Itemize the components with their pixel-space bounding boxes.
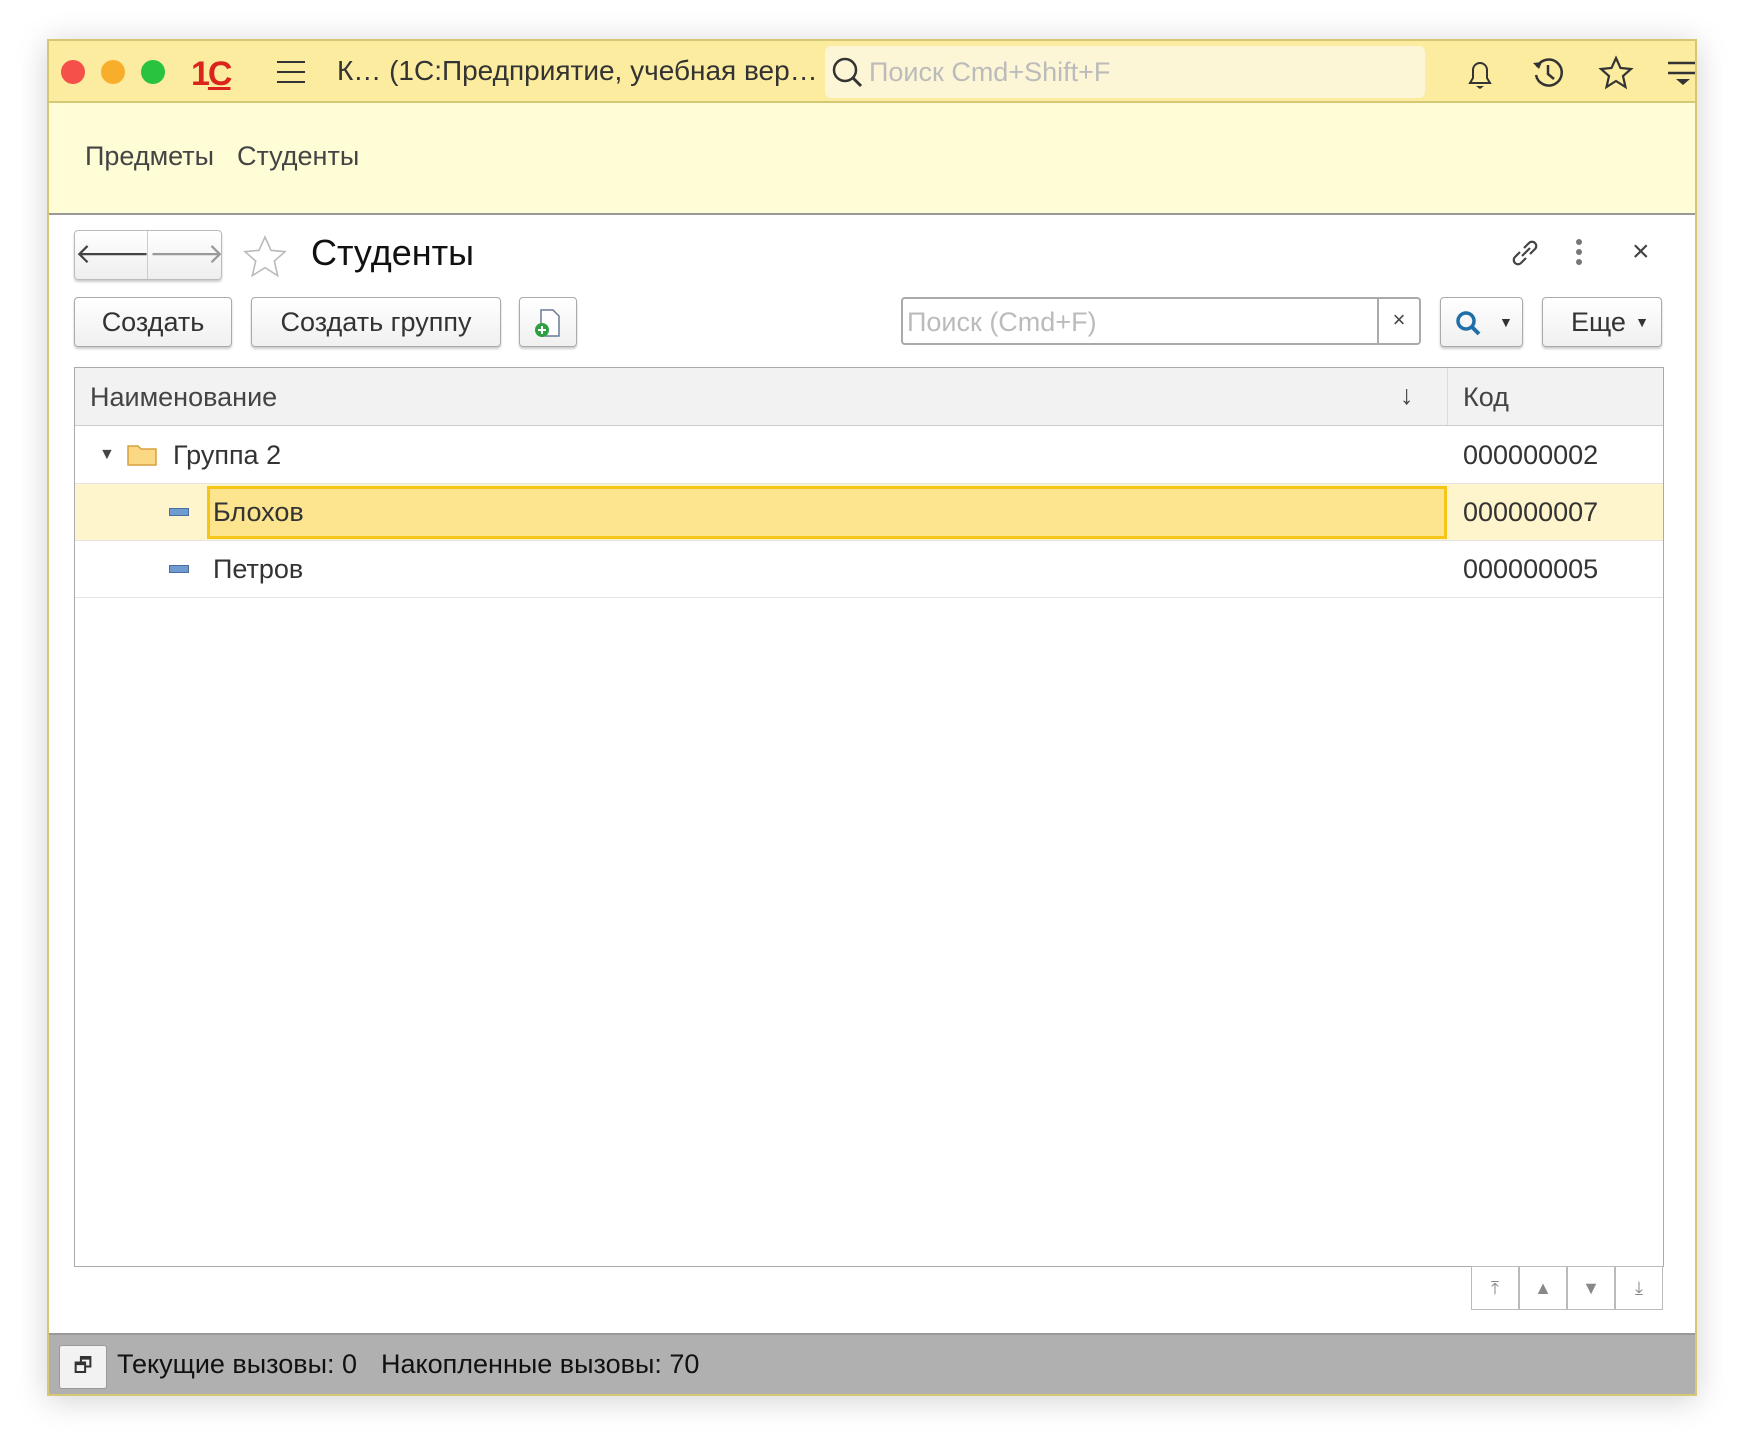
favorite-star-icon[interactable] <box>241 233 289 281</box>
row-name: Группа 2 <box>173 440 282 470</box>
table-row-selected[interactable]: Блохов 000000007 <box>75 484 1663 541</box>
item-icon <box>169 508 189 516</box>
search-icon <box>1456 311 1481 336</box>
column-code-header[interactable]: Код <box>1463 382 1509 413</box>
app-title: К… (1С:Предприятие, учебная вер… <box>337 55 818 86</box>
global-search-placeholder: Поиск Cmd+Shift+F <box>869 57 1111 87</box>
functions-menu-icon[interactable] <box>1665 55 1697 91</box>
search-icon <box>832 57 863 88</box>
history-icon[interactable] <box>1530 55 1566 91</box>
collapse-triangle-icon[interactable]: ▼ <box>99 446 115 464</box>
1c-logo: 1C <box>191 55 232 93</box>
close-form-icon[interactable]: × <box>1632 235 1650 269</box>
document-add-icon <box>535 309 560 337</box>
current-calls: Текущие вызовы: 0 <box>117 1349 358 1379</box>
sort-arrow-icon: ↓ <box>1400 380 1414 410</box>
form-title: Студенты <box>311 232 474 273</box>
more-label: Еще <box>1571 307 1626 337</box>
link-icon[interactable] <box>1507 235 1543 271</box>
dropdown-arrow-icon: ▼ <box>1635 314 1649 330</box>
more-button[interactable]: Еще ▼ <box>1542 297 1662 347</box>
back-arrow-icon[interactable]: 🡐 <box>75 231 150 279</box>
folder-icon <box>127 445 157 466</box>
item-icon <box>169 565 189 573</box>
copy-button[interactable] <box>519 297 577 347</box>
table-row[interactable]: ▼ Группа 2 000000002 <box>75 427 1663 484</box>
row-code: 000000007 <box>1463 497 1599 527</box>
more-vertical-icon[interactable] <box>1573 237 1585 269</box>
search-input[interactable]: Поиск (Cmd+F) × <box>901 297 1421 345</box>
search-options-button[interactable]: ▼ <box>1440 297 1523 347</box>
minimize-window-button[interactable] <box>101 60 125 84</box>
column-name-header[interactable]: Наименование <box>90 382 277 413</box>
title-bar: 1C К… (1С:Предприятие, учебная вер… Поис… <box>49 41 1695 103</box>
scroll-to-top-button[interactable]: ⤒ <box>1471 1266 1519 1310</box>
create-group-button[interactable]: Создать группу <box>251 297 501 347</box>
windows-icon[interactable]: 🗗 <box>59 1345 107 1389</box>
section-subjects[interactable]: Предметы <box>85 141 214 172</box>
row-name: Петров <box>213 554 304 584</box>
forward-arrow-icon[interactable]: 🡒 <box>149 231 224 279</box>
global-search-input[interactable]: Поиск Cmd+Shift+F <box>825 46 1425 98</box>
row-code: 000000005 <box>1463 554 1599 584</box>
favorites-star-icon[interactable] <box>1598 55 1634 91</box>
search-placeholder: Поиск (Cmd+F) <box>907 307 1097 337</box>
create-button[interactable]: Создать <box>74 297 232 347</box>
accumulated-calls: Накопленные вызовы: 70 <box>381 1349 700 1379</box>
scroll-up-button[interactable]: ▲ <box>1519 1266 1567 1310</box>
clear-search-button[interactable]: × <box>1377 299 1419 343</box>
row-code: 000000002 <box>1463 440 1599 470</box>
students-table: Наименование ↓ Код ▼ Группа 2 000000002 … <box>74 367 1664 1267</box>
bell-icon[interactable] <box>1462 55 1498 91</box>
section-students[interactable]: Студенты <box>237 141 359 172</box>
scroll-to-bottom-button[interactable]: ⤓ <box>1615 1266 1663 1310</box>
row-name: Блохов <box>213 497 304 527</box>
status-bar: 🗗 Текущие вызовы: 0 Накопленные вызовы: … <box>49 1333 1695 1394</box>
dropdown-arrow-icon: ▼ <box>1499 314 1513 330</box>
table-row[interactable]: Петров 000000005 <box>75 541 1663 598</box>
close-window-button[interactable] <box>61 60 85 84</box>
app-window: 1C К… (1С:Предприятие, учебная вер… Поис… <box>47 39 1697 1396</box>
history-navigation: 🡐 🡒 <box>74 230 224 280</box>
sections-panel: Предметы Студенты <box>49 103 1695 215</box>
maximize-window-button[interactable] <box>141 60 165 84</box>
main-menu-icon[interactable] <box>277 61 305 83</box>
table-header: Наименование ↓ Код <box>75 368 1663 426</box>
scroll-down-button[interactable]: ▼ <box>1567 1266 1615 1310</box>
selected-cell <box>207 486 1447 539</box>
